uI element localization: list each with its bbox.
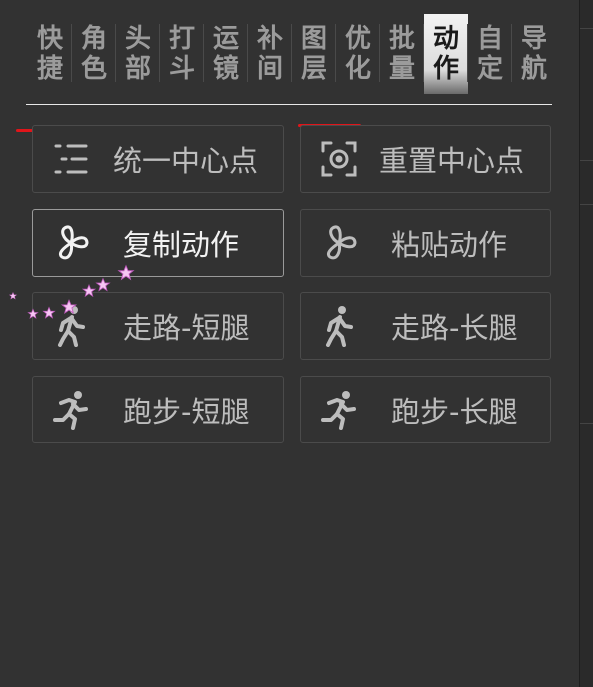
tab-label: 打斗 — [168, 24, 195, 84]
tab-tween[interactable]: 补间 — [248, 14, 292, 94]
paste-action-label: 粘贴动作 — [391, 228, 508, 262]
propeller-icon — [51, 223, 91, 263]
tab-label: 导航 — [520, 24, 547, 84]
tab-label: 优化 — [344, 24, 371, 84]
running-person-icon — [51, 390, 91, 430]
walk-short-label: 走路-短腿 — [123, 311, 250, 345]
tab-bar: 快捷 角色 头部 打斗 运镜 补间 图层 优化 批量 动作 自定 导航 — [28, 14, 556, 94]
unify-center-button[interactable]: 统一中心点 — [32, 125, 284, 193]
action-panel: 快捷 角色 头部 打斗 运镜 补间 图层 优化 批量 动作 自定 导航 统一中心… — [0, 0, 580, 687]
run-short-label: 跑步-短腿 — [123, 394, 250, 429]
reset-center-label: 重置中心点 — [379, 144, 525, 178]
tab-head[interactable]: 头部 — [116, 14, 160, 94]
star-icon — [96, 278, 110, 292]
unify-center-label: 统一中心点 — [113, 144, 259, 178]
tab-layer[interactable]: 图层 — [292, 14, 336, 94]
tab-label: 快捷 — [36, 24, 63, 84]
tab-fight[interactable]: 打斗 — [160, 14, 204, 94]
list-icon — [51, 139, 91, 179]
tab-custom[interactable]: 自定 — [468, 14, 512, 94]
run-long-button[interactable]: 跑步-长腿 — [300, 376, 551, 443]
tab-navigate[interactable]: 导航 — [512, 14, 556, 94]
reset-center-button[interactable]: 重置中心点 — [300, 125, 551, 193]
tab-label: 补间 — [256, 24, 283, 84]
tab-label: 自定 — [476, 24, 503, 84]
propeller-icon — [319, 223, 359, 263]
walk-short-button[interactable]: 走路-短腿 — [32, 292, 284, 360]
copy-action-button[interactable]: 复制动作 — [32, 209, 284, 277]
tab-camera[interactable]: 运镜 — [204, 14, 248, 94]
tab-label: 图层 — [300, 24, 327, 84]
tab-batch[interactable]: 批量 — [380, 14, 424, 94]
star-icon — [9, 292, 17, 300]
running-person-icon — [319, 390, 359, 430]
tab-label: 头部 — [124, 24, 151, 84]
paste-action-button[interactable]: 粘贴动作 — [300, 209, 551, 277]
walking-person-icon — [51, 306, 91, 347]
run-long-label: 跑步-长腿 — [391, 394, 518, 429]
tab-character[interactable]: 角色 — [72, 14, 116, 94]
tab-label: 运镜 — [212, 24, 239, 84]
run-short-button[interactable]: 跑步-短腿 — [32, 376, 284, 443]
walk-long-label: 走路-长腿 — [391, 311, 518, 345]
copy-action-label: 复制动作 — [123, 228, 240, 262]
tab-label: 角色 — [80, 24, 107, 84]
walking-person-icon — [319, 306, 359, 347]
walk-long-button[interactable]: 走路-长腿 — [300, 292, 551, 360]
tab-quick[interactable]: 快捷 — [28, 14, 72, 94]
tab-label: 动作 — [432, 24, 459, 84]
tab-divider — [26, 104, 552, 105]
tab-optimize[interactable]: 优化 — [336, 14, 380, 94]
focus-target-icon — [319, 139, 359, 179]
tab-action[interactable]: 动作 — [424, 14, 468, 94]
tab-label: 批量 — [388, 24, 415, 84]
right-scroll-strip — [579, 0, 593, 687]
